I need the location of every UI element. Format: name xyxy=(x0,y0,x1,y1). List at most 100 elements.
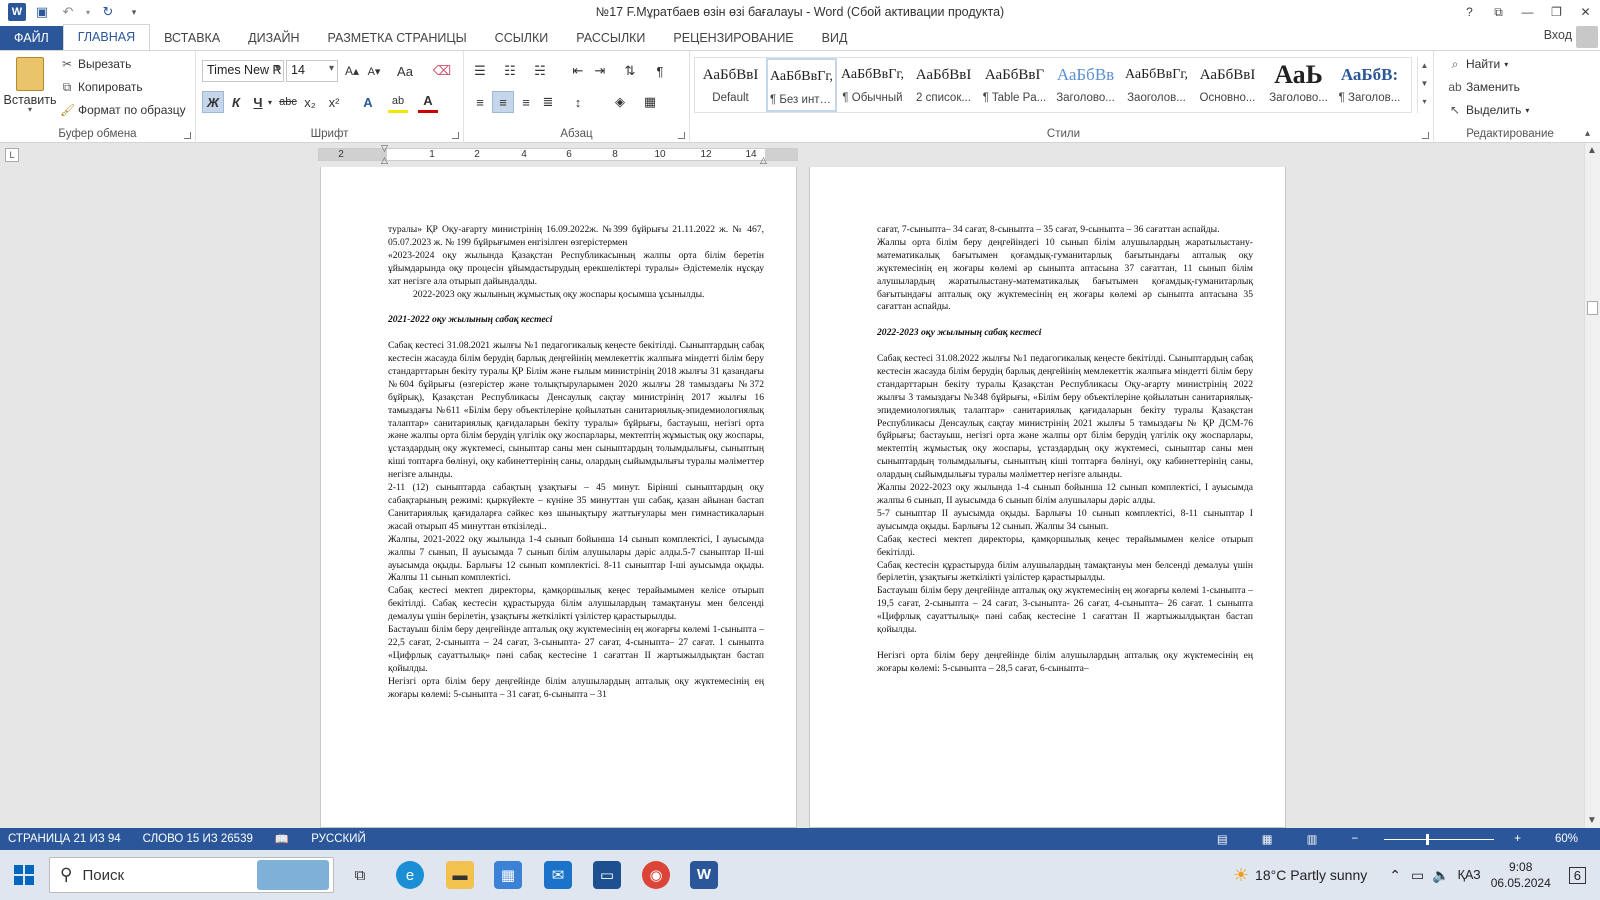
redo-icon[interactable]: ↻ xyxy=(98,3,118,21)
zoom-slider[interactable] xyxy=(1384,833,1495,845)
sort-icon[interactable]: ⇅ xyxy=(620,60,640,82)
font-color-button[interactable]: A xyxy=(418,91,438,113)
text-effects-button[interactable]: A xyxy=(358,91,378,113)
input-language[interactable]: ҚАЗ xyxy=(1458,868,1481,882)
mail-icon[interactable]: ✉ xyxy=(544,861,572,889)
tab-design[interactable]: ДИЗАЙН xyxy=(234,26,313,50)
paragraph[interactable]: «2023-2024 оқу жылында Қазақстан Республ… xyxy=(388,250,764,289)
section-heading[interactable]: 2021-2022 оқу жылының сабақ кестесі xyxy=(388,314,764,327)
file-explorer-icon[interactable]: ▬ xyxy=(446,861,474,889)
page-left-text[interactable]: туралы» ҚР Оқу-ағарту министрінің 16.09.… xyxy=(388,224,764,702)
paragraph[interactable]: 5-7 сыныптар II ауысымда оқыды. Барлығы … xyxy=(877,508,1253,534)
notifications-icon[interactable]: 6 xyxy=(1568,866,1586,884)
paragraph[interactable]: Сабақ кестесін құрастыруда білім алушыла… xyxy=(877,560,1253,586)
styles-scroll[interactable]: ▲ ▼ ▾ xyxy=(1417,57,1431,113)
save-icon[interactable]: ▣ xyxy=(32,3,52,21)
customize-qat-icon[interactable]: ▾ xyxy=(124,3,144,21)
show-formatting-icon[interactable]: ¶ xyxy=(650,60,670,82)
tab-layout[interactable]: РАЗМЕТКА СТРАНИЦЫ xyxy=(314,26,481,50)
grow-font-button[interactable]: A▴ xyxy=(342,60,362,82)
ribbon-display-options-button[interactable]: ⧉ xyxy=(1484,0,1513,24)
paragraph[interactable]: туралы» ҚР Оқу-ағарту министрінің 16.09.… xyxy=(388,224,764,250)
task-view-icon[interactable]: ⧉ xyxy=(346,861,374,889)
word-taskbar-icon[interactable]: W xyxy=(690,861,718,889)
underline-dropdown-icon[interactable]: ▾ xyxy=(266,91,274,113)
horizontal-ruler[interactable]: L 2 1 2 4 6 8 10 12 14 16 ▽ △ △ xyxy=(0,143,1600,167)
document-page-right[interactable]: сағат, 7-сыныпта– 34 сағат, 8-сыныпта – … xyxy=(809,167,1286,828)
superscript-button[interactable]: x² xyxy=(324,91,344,113)
clipboard-launcher-icon[interactable] xyxy=(184,132,191,139)
zoom-level[interactable]: 60% xyxy=(1555,833,1578,845)
more-styles-icon[interactable]: ▾ xyxy=(1418,93,1431,111)
first-line-indent-marker[interactable]: ▽ xyxy=(381,143,388,154)
chevron-up-icon[interactable]: ▲ xyxy=(1418,57,1431,75)
shading-icon[interactable]: ◈ xyxy=(610,91,630,113)
paragraph[interactable]: Сабақ кестесі мектеп директоры, қамқоршы… xyxy=(877,534,1253,560)
style-item[interactable]: АаБбВвI Основно... xyxy=(1192,58,1263,112)
clock[interactable]: 9:08 06.05.2024 xyxy=(1491,859,1551,891)
tab-view[interactable]: ВИД xyxy=(808,26,862,50)
tab-references[interactable]: ССЫЛКИ xyxy=(481,26,563,50)
paste-button[interactable]: Вставить ▾ xyxy=(4,57,57,114)
paragraph[interactable]: 2-11 (12) сыныптарда сабақтың ұзақтығы –… xyxy=(388,482,764,534)
clear-formatting-icon[interactable]: ⌫ xyxy=(432,60,452,82)
paragraph[interactable]: Сабақ кестесі 31.08.2021 жылғы №1 педаго… xyxy=(388,340,764,482)
strikethrough-button[interactable]: abc xyxy=(278,91,298,113)
style-item[interactable]: АаБбВвГг, ¶ Обычный xyxy=(837,58,908,112)
bold-button[interactable]: Ж xyxy=(202,91,224,113)
tab-mailings[interactable]: РАССЫЛКИ xyxy=(562,26,659,50)
chrome-icon[interactable]: ◉ xyxy=(642,861,670,889)
weather-icon[interactable]: ☀ xyxy=(1233,865,1249,886)
restore-button[interactable]: ❐ xyxy=(1542,0,1571,24)
word-count[interactable]: СЛОВО 15 ИЗ 26539 xyxy=(143,833,253,845)
paragraph[interactable] xyxy=(388,301,764,314)
align-left-icon[interactable]: ≡ xyxy=(470,91,490,113)
page-count[interactable]: СТРАНИЦА 21 ИЗ 94 xyxy=(8,833,121,845)
zoom-out-icon[interactable]: − xyxy=(1352,833,1359,845)
edge-icon[interactable]: e xyxy=(396,861,424,889)
paragraph[interactable]: Бастауыш білім беру деңгейінде апталық о… xyxy=(877,585,1253,637)
tab-selector[interactable]: L xyxy=(5,148,19,162)
close-button[interactable]: ✕ xyxy=(1571,0,1600,24)
proofing-icon[interactable]: 📖 xyxy=(275,832,289,846)
numbering-icon[interactable]: ☷ xyxy=(500,60,520,82)
vertical-scrollbar[interactable]: ▲ ▼ xyxy=(1584,143,1600,828)
volume-icon[interactable]: 🔈 xyxy=(1432,867,1449,884)
align-center-icon[interactable]: ≡ xyxy=(492,91,514,113)
style-item[interactable]: АаБбВвГ ¶ Table Pa... xyxy=(979,58,1050,112)
undo-icon[interactable]: ↶ xyxy=(58,3,78,21)
paragraph[interactable]: Негізгі орта білім беру деңгейінде білім… xyxy=(388,676,764,702)
subscript-button[interactable]: x₂ xyxy=(300,91,320,113)
store-icon[interactable]: ▦ xyxy=(494,861,522,889)
paragraph-launcher-icon[interactable] xyxy=(678,132,685,139)
help-button[interactable]: ? xyxy=(1455,0,1484,24)
copy-button[interactable]: ⧉ Копировать xyxy=(60,80,143,94)
paragraph[interactable]: Жалпы орта білім беру деңгейіндегі 10 сы… xyxy=(877,237,1253,314)
paragraph[interactable]: Жалпы 2022-2023 оқу жылында 1-4 сынып бо… xyxy=(877,482,1253,508)
font-launcher-icon[interactable] xyxy=(452,132,459,139)
undo-dropdown-icon[interactable]: ▾ xyxy=(84,3,92,21)
scroll-thumb[interactable] xyxy=(1587,301,1598,315)
format-painter-button[interactable]: 🖌 Формат по образцу xyxy=(60,103,186,117)
right-indent-marker[interactable]: △ xyxy=(760,155,767,166)
font-size-select[interactable]: 14 xyxy=(286,60,338,82)
paragraph[interactable]: Негізгі орта білім беру деңгейінде білім… xyxy=(877,650,1253,676)
paragraph[interactable] xyxy=(877,314,1253,327)
collapse-ribbon-icon[interactable]: ▴ xyxy=(1585,128,1590,139)
left-indent-marker[interactable]: △ xyxy=(381,155,388,166)
select-button[interactable]: ↖ Выделить ▾ xyxy=(1448,103,1529,117)
style-item[interactable]: АаЬ Заголово... xyxy=(1263,58,1334,112)
avatar[interactable] xyxy=(1576,26,1598,48)
style-item[interactable]: АаБбВвГг, Заоголов... xyxy=(1121,58,1192,112)
bullets-icon[interactable]: ☰ xyxy=(470,60,490,82)
section-heading[interactable]: 2022-2023 оқу жылының сабақ кестесі xyxy=(877,327,1253,340)
italic-button[interactable]: К xyxy=(226,91,246,113)
chevron-up-icon[interactable]: ⌃ xyxy=(1389,867,1401,884)
paragraph[interactable]: Сабақ кестесі 31.08.2022 жылғы №1 педаго… xyxy=(877,353,1253,482)
scroll-down-icon[interactable]: ▼ xyxy=(1587,815,1597,826)
weather-text[interactable]: 18°C Partly sunny xyxy=(1255,867,1367,883)
tab-insert[interactable]: ВСТАВКА xyxy=(150,26,234,50)
zoom-in-icon[interactable]: + xyxy=(1514,833,1521,845)
font-family-select[interactable]: Times New R xyxy=(202,60,284,82)
underline-button[interactable]: Ч xyxy=(248,91,268,113)
